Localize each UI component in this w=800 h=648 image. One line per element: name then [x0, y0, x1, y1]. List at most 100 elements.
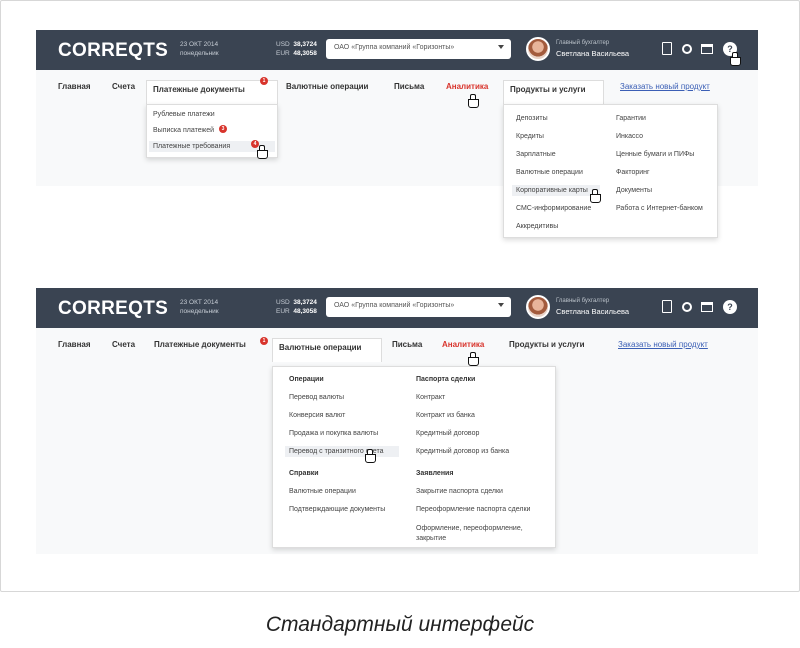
- nav-home[interactable]: Главная: [58, 82, 91, 91]
- eur-label: EUR: [276, 308, 290, 315]
- user-role: Главный бухгалтер: [556, 298, 610, 304]
- notification-badge: 3: [219, 125, 227, 133]
- screenshot-top: CORREQTS 23 ОКТ 2014 понедельник USD 38,…: [36, 30, 758, 238]
- top-bar: CORREQTS 23 ОКТ 2014 понедельник USD 38,…: [36, 288, 758, 328]
- user-name: Светлана Васильева: [556, 307, 630, 316]
- organization-select[interactable]: ОАО «Группа компаний «Горизонты»: [326, 297, 511, 317]
- menu-item-sms[interactable]: СМС-информирование: [516, 205, 591, 212]
- eur-value: 48,3058: [293, 50, 317, 57]
- menu-item-credit-agreement[interactable]: Кредитный договор: [416, 430, 479, 437]
- menu-item-salary[interactable]: Зарплатные: [516, 151, 556, 158]
- hand-cursor-icon: [730, 52, 741, 66]
- menu-item-guarantees[interactable]: Гарантии: [616, 115, 646, 122]
- menu-item-close-deal-passport[interactable]: Закрытие паспорта сделки: [416, 488, 503, 495]
- eur-label: EUR: [276, 50, 290, 57]
- section-applications-heading: Заявления: [416, 470, 454, 477]
- nav-currency-operations-label: Валютные операции: [279, 343, 362, 352]
- nav-accounts[interactable]: Счета: [112, 82, 135, 91]
- menu-item-credit-agreement-from-bank[interactable]: Кредитный договор из банка: [416, 448, 509, 455]
- order-new-product-link[interactable]: Заказать новый продукт: [618, 340, 708, 349]
- menu-item-currency-transfer[interactable]: Перевод валюты: [289, 394, 344, 401]
- menu-item-contract-from-bank[interactable]: Контракт из банка: [416, 412, 475, 419]
- eur-value: 48,3058: [293, 308, 317, 315]
- nav-payment-documents[interactable]: Платежные документы: [154, 340, 246, 349]
- payment-documents-dropdown: Рублевые платежи Выписка платежей 3 Плат…: [146, 104, 278, 159]
- menu-item-deposits[interactable]: Депозиты: [516, 115, 548, 122]
- menu-item-currency-conversion[interactable]: Конверсия валют: [289, 412, 345, 419]
- usd-label: USD: [276, 299, 290, 306]
- user-role: Главный бухгалтер: [556, 40, 610, 46]
- screenshot-bottom: CORREQTS 23 ОКТ 2014 понедельник USD 38,…: [36, 288, 758, 554]
- currency-rates: USD 38,3724 EUR 48,3058: [276, 298, 317, 316]
- organization-select-value: ОАО «Группа компаний «Горизонты»: [334, 302, 455, 309]
- menu-item-reissue-deal-passport[interactable]: Переоформление паспорта сделки: [416, 506, 530, 513]
- nav-analytics[interactable]: Аналитика: [446, 82, 488, 91]
- hand-cursor-icon: [468, 94, 479, 108]
- menu-item-securities[interactable]: Ценные бумаги и ПИФы: [616, 151, 694, 158]
- order-new-product-link[interactable]: Заказать новый продукт: [620, 82, 710, 91]
- nav-payment-documents-label: Платежные документы: [153, 85, 245, 94]
- products-dropdown: Депозиты Кредиты Зарплатные Валютные опе…: [503, 104, 718, 238]
- menu-item-internet-banking[interactable]: Работа с Интернет-банком: [616, 205, 703, 212]
- menu-item-corporate-cards[interactable]: Корпоративные карты: [512, 185, 600, 196]
- date-block: 23 ОКТ 2014 понедельник: [180, 40, 219, 58]
- user-profile[interactable]: Главный бухгалтер Светлана Васильева: [526, 295, 636, 321]
- menu-item-currency-ops-reference[interactable]: Валютные операции: [289, 488, 356, 495]
- usd-value: 38,3724: [293, 41, 317, 48]
- hand-cursor-icon: [590, 189, 601, 203]
- document-icon[interactable]: [662, 300, 672, 313]
- menu-item-payment-statement[interactable]: Выписка платежей: [153, 127, 214, 134]
- circle-icon[interactable]: [682, 44, 692, 54]
- nav-letters[interactable]: Письма: [394, 82, 424, 91]
- menu-item-transit-account-transfer[interactable]: Перевод с транзитного счета: [285, 446, 399, 457]
- window-icon[interactable]: [701, 302, 713, 312]
- hand-cursor-icon: [257, 145, 268, 159]
- nav-products-services-label: Продукты и услуги: [510, 85, 586, 94]
- document-icon[interactable]: [662, 42, 672, 55]
- window-icon[interactable]: [701, 44, 713, 54]
- menu-item-ruble-payments[interactable]: Рублевые платежи: [153, 111, 215, 118]
- user-name: Светлана Васильева: [556, 49, 630, 58]
- section-references-heading: Справки: [289, 470, 319, 477]
- nav-payment-documents[interactable]: Платежные документы: [146, 80, 278, 104]
- menu-item-contract[interactable]: Контракт: [416, 394, 445, 401]
- section-deal-passports-heading: Паспорта сделки: [416, 376, 476, 383]
- weekday-text: понедельник: [180, 50, 219, 57]
- menu-item-issue-reissue-close[interactable]: Оформление, переоформление, закрытие: [416, 524, 544, 544]
- usd-value: 38,3724: [293, 299, 317, 306]
- date-text: 23 ОКТ 2014: [180, 41, 219, 48]
- chevron-down-icon: [498, 45, 504, 49]
- nav-letters[interactable]: Письма: [392, 340, 422, 349]
- currency-rates: USD 38,3724 EUR 48,3058: [276, 40, 317, 58]
- logo[interactable]: CORREQTS: [58, 40, 168, 62]
- date-block: 23 ОКТ 2014 понедельник: [180, 298, 219, 316]
- circle-icon[interactable]: [682, 302, 692, 312]
- nav-accounts[interactable]: Счета: [112, 340, 135, 349]
- nav-home[interactable]: Главная: [58, 340, 91, 349]
- top-bar: CORREQTS 23 ОКТ 2014 понедельник USD 38,…: [36, 30, 758, 70]
- menu-item-documents[interactable]: Документы: [616, 187, 652, 194]
- nav-currency-operations[interactable]: Валютные операции: [272, 338, 382, 362]
- hand-cursor-icon: [365, 449, 376, 463]
- menu-item-credits[interactable]: Кредиты: [516, 133, 544, 140]
- avatar: [526, 295, 550, 319]
- menu-item-supporting-documents[interactable]: Подтверждающие документы: [289, 506, 385, 513]
- organization-select-value: ОАО «Группа компаний «Горизонты»: [334, 44, 455, 51]
- menu-item-letters-of-credit[interactable]: Аккредитивы: [516, 223, 558, 230]
- logo[interactable]: CORREQTS: [58, 298, 168, 320]
- nav-products-services[interactable]: Продукты и услуги: [509, 340, 585, 349]
- date-text: 23 ОКТ 2014: [180, 299, 219, 306]
- nav-analytics[interactable]: Аналитика: [442, 340, 484, 349]
- menu-item-sell-buy-currency[interactable]: Продажа и покупка валюты: [289, 430, 378, 437]
- nav-products-services[interactable]: Продукты и услуги: [503, 80, 604, 104]
- menu-item-currency-ops[interactable]: Валютные операции: [516, 169, 583, 176]
- nav-currency-operations[interactable]: Валютные операции: [286, 82, 368, 91]
- menu-item-factoring[interactable]: Факторинг: [616, 169, 650, 176]
- help-icon[interactable]: ?: [723, 300, 737, 314]
- figure-caption: Стандартный интерфейс: [265, 613, 535, 636]
- user-profile[interactable]: Главный бухгалтер Светлана Васильева: [526, 37, 636, 63]
- menu-item-collection[interactable]: Инкассо: [616, 133, 643, 140]
- organization-select[interactable]: ОАО «Группа компаний «Горизонты»: [326, 39, 511, 59]
- avatar: [526, 37, 550, 61]
- currency-operations-dropdown: Операции Перевод валюты Конверсия валют …: [272, 366, 556, 548]
